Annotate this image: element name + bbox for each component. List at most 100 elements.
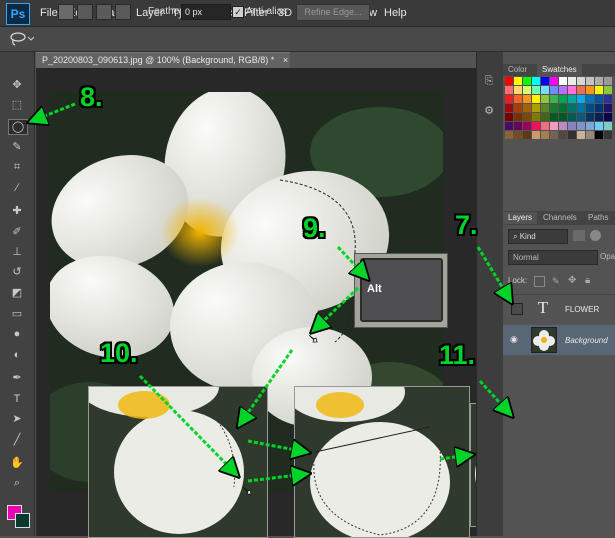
swatch-cell[interactable] — [559, 77, 567, 85]
history-brush-icon[interactable]: ↺ — [8, 265, 26, 279]
swatch-cell[interactable] — [586, 131, 594, 139]
swatch-cell[interactable] — [505, 95, 513, 103]
swatch-cell[interactable] — [559, 104, 567, 112]
lock-all-icon[interactable]: 🔒︎ — [585, 275, 590, 286]
swatch-cell[interactable] — [514, 86, 522, 94]
shape-icon[interactable]: ╱ — [8, 433, 26, 447]
subtract-selection-button[interactable] — [96, 4, 112, 20]
swatch-cell[interactable] — [577, 113, 585, 121]
gradient-icon[interactable]: ▭ — [8, 307, 26, 321]
filter-adjustment-icon[interactable] — [590, 230, 601, 241]
swatch-cell[interactable] — [505, 122, 513, 130]
blur-icon[interactable]: ● — [8, 327, 26, 341]
swatch-cell[interactable] — [586, 77, 594, 85]
swatch-cell[interactable] — [604, 113, 612, 121]
hand-icon[interactable]: ✋ — [8, 456, 26, 470]
type-icon[interactable]: T — [8, 392, 26, 406]
swatch-cell[interactable] — [559, 122, 567, 130]
swatch-cell[interactable] — [568, 86, 576, 94]
swatch-cell[interactable] — [505, 77, 513, 85]
swatch-cell[interactable] — [550, 95, 558, 103]
swatch-cell[interactable] — [577, 95, 585, 103]
path-select-icon[interactable]: ➤ — [8, 412, 26, 426]
eye-icon[interactable]: ◉ — [510, 334, 518, 345]
swatch-cell[interactable] — [559, 113, 567, 121]
swatch-cell[interactable] — [541, 104, 549, 112]
eraser-icon[interactable]: ◩ — [8, 286, 26, 300]
swatch-cell[interactable] — [523, 122, 531, 130]
swatch-cell[interactable] — [505, 104, 513, 112]
swatch-cell[interactable] — [541, 77, 549, 85]
tab-color[interactable]: Color — [503, 64, 532, 76]
swatch-cell[interactable] — [523, 86, 531, 94]
history-panel-icon[interactable]: ⎘ — [482, 74, 496, 88]
healing-brush-icon[interactable]: ✚ — [8, 204, 26, 218]
swatch-cell[interactable] — [523, 104, 531, 112]
document-tab[interactable]: P_20200803_090613.jpg @ 100% (Background… — [36, 52, 290, 68]
swatch-cell[interactable] — [568, 122, 576, 130]
intersect-selection-button[interactable] — [115, 4, 131, 20]
swatch-cell[interactable] — [532, 113, 540, 121]
swatch-cell[interactable] — [604, 104, 612, 112]
swatch-cell[interactable] — [559, 86, 567, 94]
swatch-cell[interactable] — [514, 77, 522, 85]
swatch-cell[interactable] — [604, 77, 612, 85]
swatch-cell[interactable] — [595, 95, 603, 103]
swatch-cell[interactable] — [577, 77, 585, 85]
swatch-cell[interactable] — [586, 122, 594, 130]
swatch-cell[interactable] — [577, 131, 585, 139]
properties-panel-icon[interactable]: ⚙ — [482, 104, 496, 118]
swatch-cell[interactable] — [568, 77, 576, 85]
swatch-cell[interactable] — [505, 113, 513, 121]
tab-channels[interactable]: Channels — [538, 212, 582, 224]
layer-filter-kind[interactable]: ⌕ Kind — [508, 229, 568, 244]
swatch-cell[interactable] — [532, 131, 540, 139]
swatch-cell[interactable] — [523, 113, 531, 121]
pen-icon[interactable]: ✒ — [8, 371, 26, 385]
close-icon[interactable]: × — [283, 55, 288, 65]
lock-pixels-icon[interactable]: ✎ — [552, 276, 560, 287]
swatch-cell[interactable] — [604, 122, 612, 130]
swatch-cell[interactable] — [595, 77, 603, 85]
layer-name-background[interactable]: Background — [565, 336, 608, 345]
swatch-cell[interactable] — [586, 95, 594, 103]
tab-layers[interactable]: Layers — [503, 212, 538, 224]
swatch-cell[interactable] — [604, 131, 612, 139]
background-color-swatch[interactable] — [15, 513, 30, 528]
eyedropper-icon[interactable]: ⁄ — [8, 181, 26, 195]
visibility-toggle-flower[interactable] — [511, 303, 523, 315]
feather-input[interactable] — [181, 4, 231, 20]
swatch-cell[interactable] — [550, 131, 558, 139]
lock-transparent-icon[interactable] — [534, 276, 545, 287]
swatch-cell[interactable] — [514, 131, 522, 139]
layer-name-flower[interactable]: FLOWER — [565, 305, 599, 314]
swatch-cell[interactable] — [541, 122, 549, 130]
swatch-cell[interactable] — [514, 104, 522, 112]
swatch-cell[interactable] — [595, 122, 603, 130]
swatch-cell[interactable] — [577, 122, 585, 130]
swatch-cell[interactable] — [523, 95, 531, 103]
lasso-preset-picker[interactable] — [8, 29, 35, 47]
add-to-selection-button[interactable] — [77, 4, 93, 20]
swatch-cell[interactable] — [550, 113, 558, 121]
swatch-cell[interactable] — [514, 113, 522, 121]
lasso-icon[interactable]: ◯ — [8, 119, 28, 135]
swatch-cell[interactable] — [568, 104, 576, 112]
swatch-cell[interactable] — [595, 131, 603, 139]
swatch-cell[interactable] — [577, 104, 585, 112]
swatch-cell[interactable] — [514, 122, 522, 130]
dodge-icon[interactable]: ◐ — [8, 348, 26, 362]
swatch-cell[interactable] — [532, 122, 540, 130]
swatch-cell[interactable] — [586, 104, 594, 112]
swatch-cell[interactable] — [523, 77, 531, 85]
stamp-icon[interactable]: ⊥ — [8, 245, 26, 259]
quick-select-icon[interactable]: ✎ — [8, 140, 26, 154]
brush-icon[interactable]: ✐ — [8, 225, 26, 239]
swatch-cell[interactable] — [595, 104, 603, 112]
swatch-cell[interactable] — [532, 86, 540, 94]
refine-edge-button[interactable]: Refine Edge... — [296, 4, 370, 21]
swatch-cell[interactable] — [532, 77, 540, 85]
swatch-cell[interactable] — [541, 131, 549, 139]
antialias-checkbox[interactable]: ✓ — [232, 6, 244, 18]
swatch-cell[interactable] — [577, 86, 585, 94]
